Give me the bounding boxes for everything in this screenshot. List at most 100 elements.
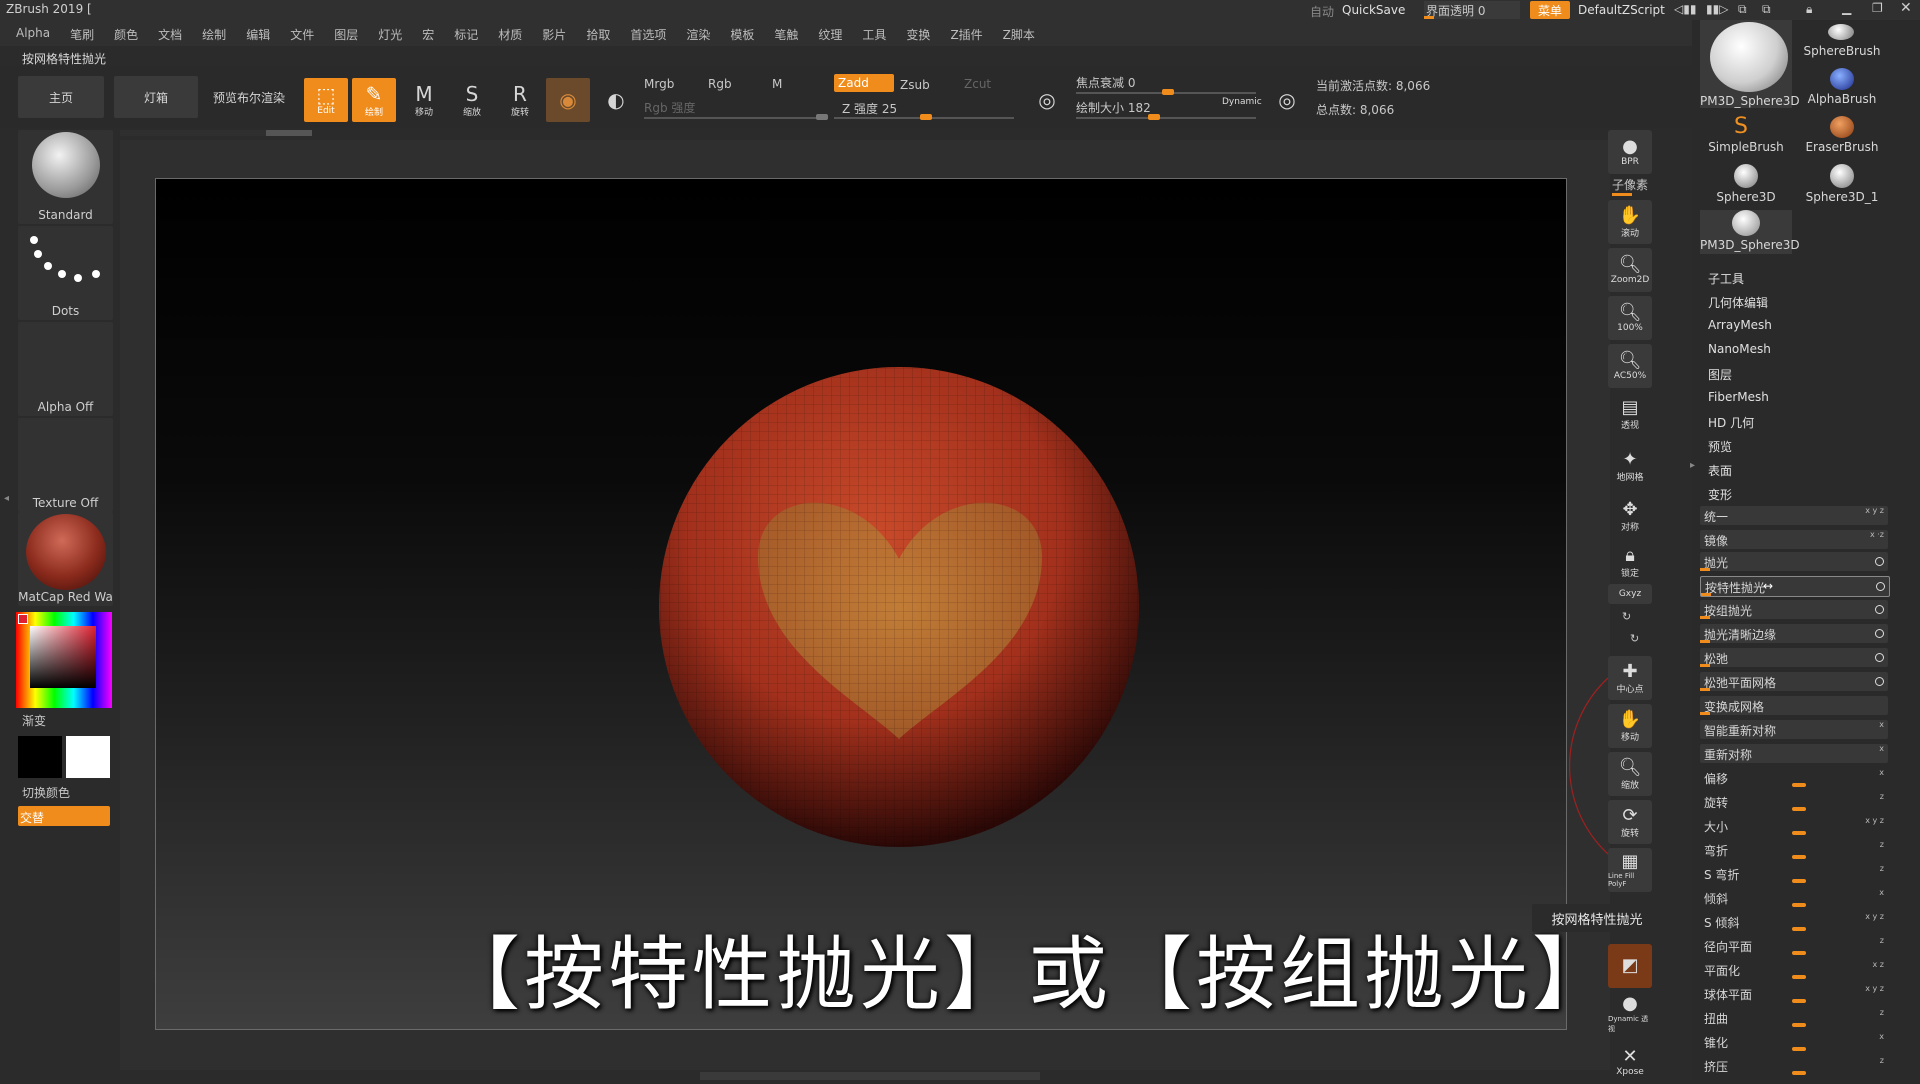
- menu-nanomesh[interactable]: NanoMesh: [1708, 342, 1771, 356]
- draw-button[interactable]: ✎ 绘制: [352, 78, 396, 122]
- focal-shift-knob[interactable]: [1162, 89, 1174, 95]
- menu-item[interactable]: 影片: [542, 26, 566, 43]
- menu-subtool[interactable]: 子工具: [1708, 270, 1744, 287]
- menu-item[interactable]: 笔触: [774, 26, 798, 43]
- draw-size-knob[interactable]: [1148, 114, 1160, 120]
- deform-slider-knob[interactable]: [1792, 951, 1806, 955]
- material-selector[interactable]: MatCap Red Wa: [18, 512, 113, 606]
- switch-color-button[interactable]: 切换颜色: [22, 784, 70, 801]
- deform-slider-knob[interactable]: [1792, 927, 1806, 931]
- brush-eraserbrush[interactable]: EraserBrush: [1796, 114, 1888, 158]
- gxyz-button[interactable]: Gxyz: [1608, 584, 1652, 604]
- deform-taper[interactable]: 锥化 x: [1700, 1032, 1888, 1051]
- edit-button[interactable]: ⬚ Edit: [304, 78, 348, 122]
- axis-toggle-icon[interactable]: x: [1879, 1032, 1884, 1041]
- menu-item[interactable]: 模板: [730, 26, 754, 43]
- preview-render-button[interactable]: 预览布尔渲染: [206, 76, 292, 118]
- brush-sphere3d[interactable]: Sphere3D: [1700, 162, 1792, 206]
- zadd-button[interactable]: Zadd: [834, 74, 894, 92]
- menu-geometry[interactable]: 几何体编辑: [1708, 294, 1768, 311]
- sculptris-button[interactable]: ◎: [1028, 78, 1066, 122]
- xpose-button[interactable]: ✕ Xpose: [1608, 1040, 1652, 1084]
- right-tray-handle[interactable]: ▸: [1690, 460, 1696, 580]
- brush-pm3d-sphere3d[interactable]: PM3D_Sphere3D: [1700, 210, 1800, 254]
- menu-item[interactable]: 变换: [906, 26, 930, 43]
- timeline-scroll-handle[interactable]: [266, 130, 312, 136]
- rgb-intensity-slider[interactable]: Rgb 强度: [644, 99, 695, 116]
- brush-selector[interactable]: Standard: [18, 130, 113, 224]
- menu-deformation[interactable]: 变形: [1708, 486, 1732, 503]
- left-tray-handle[interactable]: ◂: [4, 490, 10, 610]
- alternate-button[interactable]: 交替: [18, 806, 110, 826]
- axis-toggle-icon[interactable]: x y z: [1865, 984, 1884, 993]
- solo-button[interactable]: ● Dynamic 透视: [1608, 992, 1652, 1036]
- stroke-selector[interactable]: Dots: [18, 226, 113, 320]
- dynamic-button[interactable]: Dynamic: [1222, 97, 1262, 107]
- deform-slider-knob[interactable]: [1792, 879, 1806, 883]
- deform-polish-by-groups[interactable]: 按组抛光: [1700, 600, 1888, 619]
- menu-item[interactable]: 材质: [498, 26, 522, 43]
- transparency-button[interactable]: ◩: [1608, 944, 1652, 988]
- layout-icon[interactable]: ◁▮▮: [1674, 2, 1696, 16]
- deform-s-skew[interactable]: S 倾斜 x y z: [1700, 912, 1888, 931]
- color-marker[interactable]: [18, 614, 28, 624]
- rotate-button[interactable]: R 旋转: [498, 78, 542, 122]
- menu-arraymesh[interactable]: ArrayMesh: [1708, 318, 1772, 332]
- z-intensity-knob[interactable]: [920, 114, 932, 120]
- polyframe-button[interactable]: ▦ Line Fill PolyF: [1608, 848, 1652, 892]
- deform-rotate[interactable]: 旋转 z: [1700, 792, 1888, 811]
- half-size-button[interactable]: 🔍︎ AC50%: [1608, 344, 1652, 388]
- deform-s-bend[interactable]: S 弯折 z: [1700, 864, 1888, 883]
- axis-toggle-icon[interactable]: x: [1879, 744, 1884, 753]
- axis-toggle-icon[interactable]: z: [1880, 792, 1884, 801]
- zsub-button[interactable]: Zsub: [900, 78, 930, 92]
- deform-relax-plane-grid[interactable]: 松弛平面网格: [1700, 672, 1888, 691]
- menu-item[interactable]: 标记: [454, 26, 478, 43]
- deform-slider-knob[interactable]: [1792, 975, 1806, 979]
- deform-slider-knob[interactable]: [1792, 1047, 1806, 1051]
- deform-morph-to-grid[interactable]: 变换成网格: [1700, 696, 1888, 715]
- deform-slider-knob[interactable]: [1792, 999, 1806, 1003]
- restore-icon[interactable]: ⧉: [1762, 2, 1771, 17]
- deform-slider-knob[interactable]: [1792, 903, 1806, 907]
- sphere-model[interactable]: [156, 179, 1566, 1029]
- axis-toggle-icon[interactable]: x: [1879, 720, 1884, 729]
- deform-twist[interactable]: 扭曲 z: [1700, 1008, 1888, 1027]
- scale-button[interactable]: S 缩放: [450, 78, 494, 122]
- zoom2d-button[interactable]: 🔍︎ Zoom2D: [1608, 248, 1652, 292]
- hide-ui-icon[interactable]: ⧉: [1738, 2, 1747, 17]
- rotate-z-icon[interactable]: ↻: [1630, 632, 1639, 645]
- menu-preview[interactable]: 预览: [1708, 438, 1732, 455]
- m-button[interactable]: M: [772, 77, 782, 91]
- quicksave-button[interactable]: QuickSave: [1342, 3, 1405, 17]
- actual-size-button[interactable]: 🔍︎ 100%: [1608, 296, 1652, 340]
- axis-toggle-icon[interactable]: z: [1880, 864, 1884, 873]
- gradient-sphere-button[interactable]: ◐: [594, 78, 638, 122]
- viewport-canvas[interactable]: [155, 178, 1567, 1030]
- deform-polish-crisp-edges[interactable]: 抛光清晰边缘: [1700, 624, 1888, 643]
- deform-smart-resym[interactable]: 智能重新对称 x: [1700, 720, 1888, 739]
- floor-grid-button[interactable]: ✦ 地网格: [1608, 444, 1652, 488]
- menu-item[interactable]: 颜色: [114, 26, 138, 43]
- axis-toggle-icon[interactable]: x z: [1873, 960, 1884, 969]
- deform-slider-knob[interactable]: [1792, 1023, 1806, 1027]
- axis-toggle-icon[interactable]: x y z: [1865, 506, 1884, 515]
- perspective-button[interactable]: ▤ 透视: [1608, 392, 1652, 436]
- menu-item[interactable]: 笔刷: [70, 26, 94, 43]
- axis-toggle-icon[interactable]: z: [1880, 840, 1884, 849]
- deform-offset[interactable]: 偏移 x: [1700, 768, 1888, 787]
- deform-squeeze[interactable]: 挤压 z: [1700, 1056, 1888, 1075]
- move-button[interactable]: M 移动: [402, 78, 446, 122]
- local-symmetry-button[interactable]: ✚ 中心点: [1608, 656, 1652, 700]
- axis-toggle-icon[interactable]: x: [1879, 888, 1884, 897]
- deform-resym[interactable]: 重新对称 x: [1700, 744, 1888, 763]
- brush-sphere3d-1[interactable]: Sphere3D_1: [1796, 162, 1888, 206]
- axis-toggle-icon[interactable]: x ·z: [1870, 530, 1884, 539]
- axis-toggle-icon[interactable]: z: [1880, 936, 1884, 945]
- brush-spherebrush[interactable]: SphereBrush: [1796, 20, 1888, 64]
- menu-item[interactable]: 工具: [862, 26, 886, 43]
- menu-fibermesh[interactable]: FiberMesh: [1708, 390, 1769, 404]
- focal-shift-slider[interactable]: 焦点衰减 0: [1076, 74, 1135, 91]
- rotate-y-icon[interactable]: ↻: [1622, 610, 1631, 623]
- deform-slider-knob[interactable]: [1792, 1071, 1806, 1075]
